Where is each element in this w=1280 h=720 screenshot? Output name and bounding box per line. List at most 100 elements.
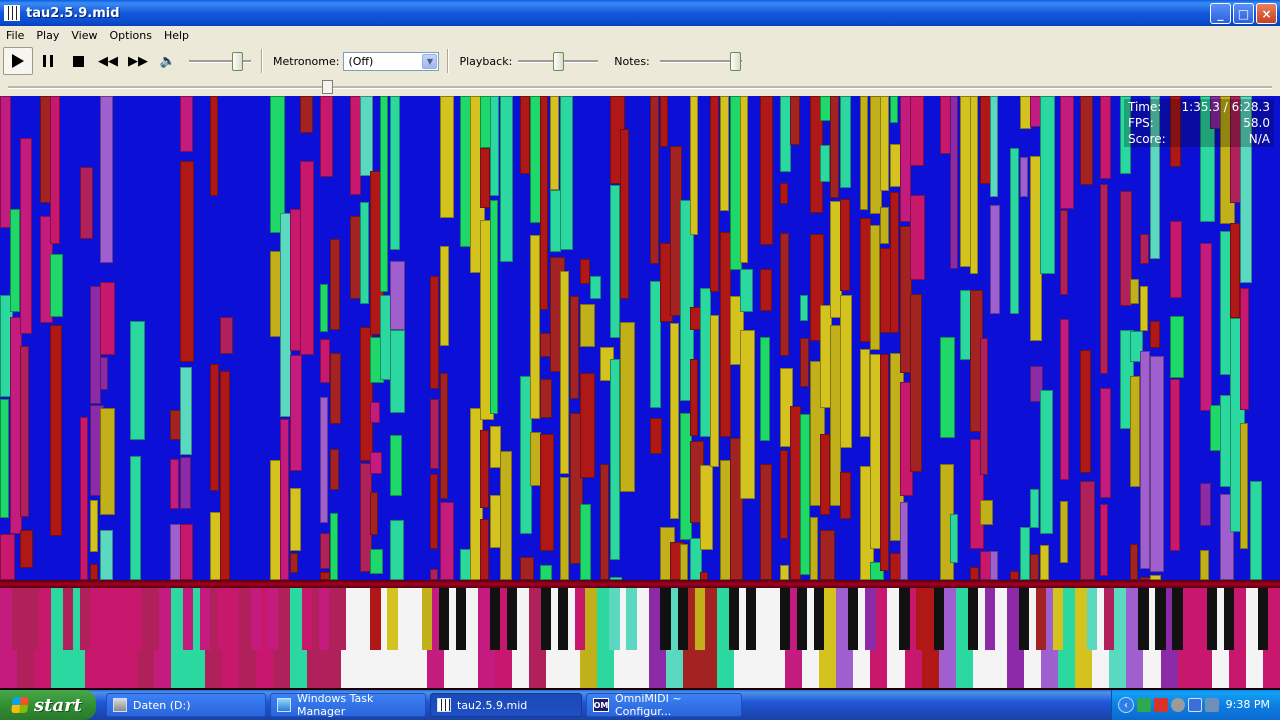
note-bar: [1010, 571, 1019, 580]
notes-slider[interactable]: [659, 51, 742, 71]
note-bar: [520, 557, 534, 580]
note-bar: [660, 96, 668, 147]
note-bar: [620, 322, 635, 492]
black-key: [148, 588, 159, 650]
note-bar: [820, 530, 835, 580]
note-bar: [320, 284, 328, 332]
note-bar: [210, 364, 219, 491]
note-bar: [490, 96, 499, 196]
black-key: [97, 588, 108, 650]
note-bar: [320, 339, 330, 383]
note-bar: [1060, 96, 1074, 209]
menu-play[interactable]: Play: [30, 29, 65, 42]
note-bar: [370, 402, 380, 423]
chevron-left-icon[interactable]: ‹: [1118, 697, 1134, 713]
note-bar: [80, 167, 93, 239]
metronome-select[interactable]: (Off) ▼: [343, 51, 440, 71]
task-manager-icon: [277, 698, 291, 712]
note-bar: [290, 488, 301, 551]
note-bar: [1140, 351, 1150, 569]
note-bar: [320, 96, 333, 177]
seek-thumb[interactable]: [322, 80, 333, 94]
note-bar: [1130, 544, 1138, 580]
note-bar: [1200, 243, 1212, 411]
title-bar[interactable]: tau2.5.9.mid _ □ ×: [0, 0, 1280, 26]
black-key: [865, 588, 876, 650]
start-button[interactable]: start: [0, 690, 96, 720]
note-bar: [1100, 504, 1108, 576]
mute-button[interactable]: 🔈: [153, 47, 183, 75]
taskbar-item-daten[interactable]: Daten (D:): [106, 693, 266, 717]
note-bar: [600, 464, 609, 580]
note-bar: [1150, 321, 1160, 348]
network-icon[interactable]: [1137, 698, 1151, 712]
playback-slider[interactable]: [518, 51, 599, 71]
black-key: [336, 588, 347, 650]
note-bar: [330, 449, 339, 490]
play-button[interactable]: [3, 47, 33, 75]
chevron-down-icon[interactable]: ▼: [422, 53, 438, 69]
note-bar: [520, 96, 530, 174]
taskbar-item-omnimidi[interactable]: OM OmniMIDI ~ Configur...: [586, 692, 742, 718]
menu-file[interactable]: File: [0, 29, 30, 42]
volume-slider-thumb[interactable]: [232, 52, 243, 71]
window-tray-icon[interactable]: [1188, 698, 1202, 712]
note-bar: [880, 207, 889, 244]
note-bar: [1020, 157, 1028, 197]
volume-slider[interactable]: [189, 51, 251, 71]
note-bar: [0, 399, 9, 518]
pause-button[interactable]: [33, 47, 63, 75]
stop-button[interactable]: [63, 47, 93, 75]
note-bar: [1040, 545, 1049, 580]
piano-icon: [437, 698, 451, 712]
close-button[interactable]: ×: [1256, 3, 1277, 24]
menu-options[interactable]: Options: [103, 29, 157, 42]
black-key: [1018, 588, 1030, 650]
note-bar: [590, 276, 601, 299]
note-bar: [580, 259, 590, 284]
note-bar: [710, 96, 719, 292]
fast-forward-button[interactable]: ▶▶: [123, 47, 153, 75]
black-key: [489, 588, 501, 650]
note-bar: [20, 530, 33, 568]
menu-help[interactable]: Help: [158, 29, 195, 42]
rewind-button[interactable]: ◀◀: [93, 47, 123, 75]
note-bar: [870, 225, 880, 350]
note-bar: [1150, 356, 1164, 572]
note-bar: [330, 513, 338, 580]
note-bar: [440, 96, 454, 218]
note-bar: [890, 96, 898, 123]
antivirus-icon[interactable]: [1154, 698, 1168, 712]
stats-overlay: Time: 1:35.3 / 6:28.3 FPS: 58.0 Score: N/A: [1124, 99, 1274, 147]
taskbar-item-task-manager[interactable]: Windows Task Manager: [270, 692, 426, 718]
taskbar-item-tau-mid[interactable]: tau2.5.9.mid: [430, 693, 582, 717]
note-bar: [390, 96, 400, 250]
time-value: 1:35.3 / 6:28.3: [1181, 100, 1270, 114]
note-bar: [830, 96, 839, 198]
note-bar: [320, 533, 330, 569]
note-bar: [910, 294, 922, 472]
note-bar: [990, 96, 998, 197]
seek-bar[interactable]: [0, 78, 1280, 96]
note-bar: [10, 209, 20, 312]
toolbar-separator: [261, 49, 263, 73]
note-bar: [480, 430, 489, 508]
seek-track[interactable]: [8, 86, 1272, 89]
minimize-button[interactable]: _: [1210, 3, 1231, 24]
note-bar: [740, 269, 753, 312]
note-bar: [50, 96, 60, 244]
note-bar: [480, 519, 489, 580]
black-key: [1087, 588, 1098, 650]
monitor-icon[interactable]: [1205, 698, 1219, 712]
note-bar: [1100, 96, 1111, 179]
note-bar: [320, 397, 328, 523]
settings-tray-icon[interactable]: [1171, 698, 1185, 712]
maximize-button[interactable]: □: [1233, 3, 1254, 24]
notes-slider-thumb[interactable]: [729, 52, 741, 71]
note-bar: [390, 330, 405, 413]
note-bar: [670, 323, 679, 519]
black-key: [182, 588, 193, 650]
menu-view[interactable]: View: [65, 29, 103, 42]
note-bar: [290, 553, 298, 573]
playback-slider-thumb[interactable]: [553, 52, 565, 71]
